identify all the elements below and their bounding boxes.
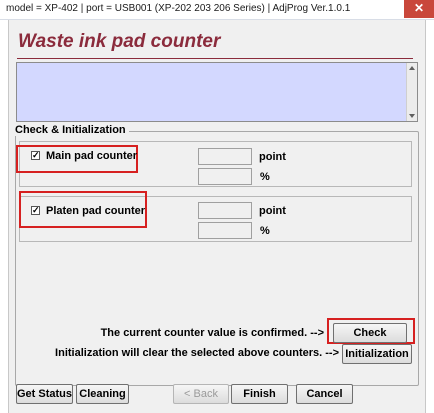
- main-pad-checkbox[interactable]: ✓: [31, 151, 40, 160]
- title-divider: [17, 58, 413, 59]
- platen-pad-percent-field[interactable]: [198, 222, 252, 239]
- platen-pad-label: Platen pad counter: [46, 205, 146, 217]
- finish-button[interactable]: Finish: [231, 384, 288, 404]
- main-pad-point-field[interactable]: [198, 148, 252, 165]
- confirm-message: The current counter value is confirmed. …: [100, 327, 324, 339]
- dialog-window: Waste ink pad counter Check & Initializa…: [8, 20, 426, 413]
- main-pad-label: Main pad counter: [46, 150, 138, 162]
- check-button[interactable]: Check: [333, 323, 407, 343]
- window-titlebar: model = XP-402 | port = USB001 (XP-202 2…: [0, 0, 434, 20]
- platen-pad-checkbox[interactable]: ✓: [31, 206, 40, 215]
- platen-pad-point-unit: point: [259, 205, 286, 217]
- main-pad-percent-field[interactable]: [198, 168, 252, 185]
- main-pad-point-unit: point: [259, 151, 286, 163]
- group-title: Check & Initialization: [12, 124, 129, 136]
- init-message: Initialization will clear the selected a…: [55, 347, 339, 359]
- scroll-down-icon[interactable]: [409, 114, 415, 118]
- platen-pad-percent-unit: %: [260, 225, 270, 237]
- cancel-button[interactable]: Cancel: [296, 384, 353, 404]
- close-icon[interactable]: ✕: [404, 0, 434, 18]
- info-scrollbar[interactable]: [406, 63, 417, 121]
- platen-pad-point-field[interactable]: [198, 202, 252, 219]
- cleaning-button[interactable]: Cleaning: [76, 384, 129, 404]
- info-text-box[interactable]: [16, 62, 418, 122]
- initialization-button[interactable]: Initialization: [342, 344, 412, 364]
- get-status-button[interactable]: Get Status: [16, 384, 73, 404]
- back-button[interactable]: < Back: [173, 384, 229, 404]
- main-pad-percent-unit: %: [260, 171, 270, 183]
- page-title: Waste ink pad counter: [18, 31, 221, 52]
- scroll-up-icon[interactable]: [409, 66, 415, 70]
- window-title: model = XP-402 | port = USB001 (XP-202 2…: [6, 3, 351, 14]
